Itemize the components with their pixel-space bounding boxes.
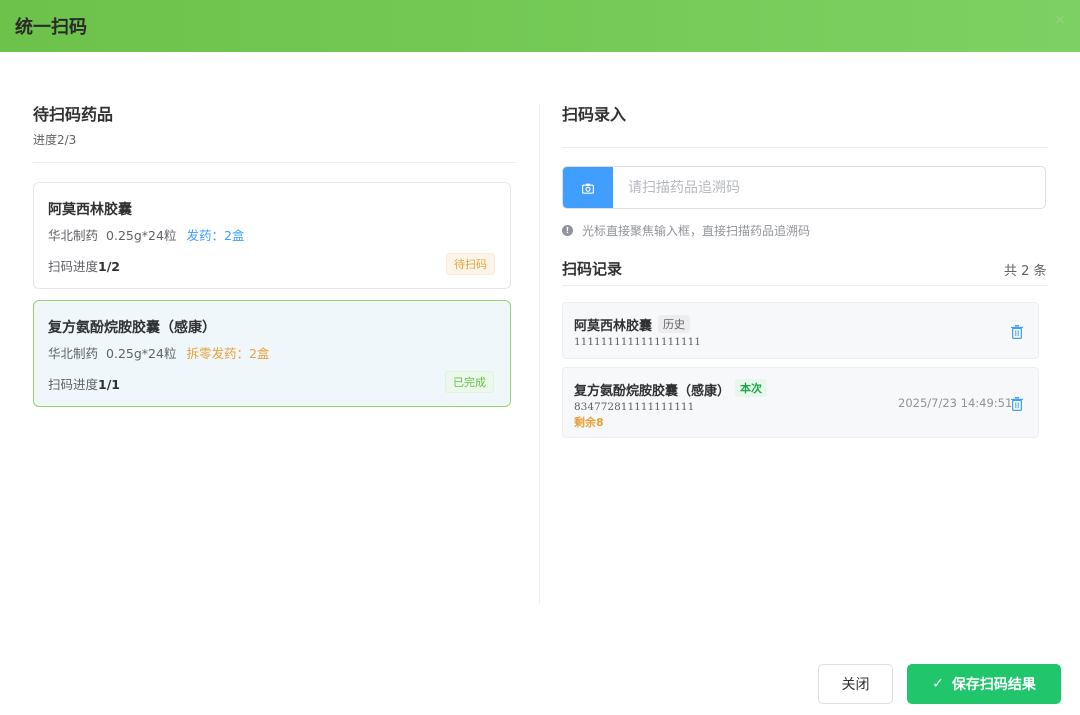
drug-dispense: 拆零发药：2盒: [186, 346, 270, 361]
drug-spec: 0.25g*24粒: [106, 346, 177, 361]
drug-name: 阿莫西林胶囊: [48, 202, 132, 218]
record-drug-name: 复方氨酚烷胺胶囊（感康）: [574, 384, 731, 399]
status-badge: 已完成: [445, 371, 494, 393]
scan-record: 复方氨酚烷胺胶囊（感康） 本次 834772811111111111 剩余8 2…: [562, 367, 1039, 438]
record-tag: 历史: [658, 315, 690, 333]
scan-progress-label: 扫码进度: [48, 259, 99, 274]
overall-progress: 进度2/3: [33, 133, 77, 147]
drug-scan-progress: 扫码进度1/1: [48, 374, 120, 393]
trace-code-input[interactable]: [614, 167, 1045, 208]
scan-entry-title: 扫码录入: [562, 105, 627, 124]
drug-name: 复方氨酚烷胺胶囊（感康）: [48, 320, 216, 336]
close-button[interactable]: 关闭: [818, 664, 893, 704]
status-badge: 待扫码: [446, 253, 495, 275]
pending-drugs-title: 待扫码药品: [33, 105, 114, 124]
drug-scan-progress: 扫码进度1/2: [48, 256, 120, 275]
scan-hint: ! 光标直接聚焦输入框，直接扫描药品追溯码: [562, 222, 810, 239]
trash-icon[interactable]: [1011, 324, 1023, 340]
scan-records-title: 扫码记录: [562, 260, 623, 278]
info-icon: !: [562, 225, 573, 236]
divider: [562, 285, 1048, 286]
drug-dispense: 发药：2盒: [186, 228, 245, 243]
close-icon[interactable]: ×: [1054, 12, 1066, 28]
scan-progress-value: 1/1: [98, 377, 120, 392]
record-drug-name: 阿莫西林胶囊: [574, 319, 653, 334]
camera-icon: [582, 179, 595, 198]
dialog-header: 统一扫码 ×: [0, 0, 1080, 52]
divider: [33, 162, 517, 163]
record-timestamp: 2025/7/23 14:49:51: [898, 396, 1013, 410]
drug-maker: 华北制药: [48, 228, 99, 243]
scan-progress-value: 1/2: [98, 259, 120, 274]
divider: [562, 147, 1048, 148]
drug-maker: 华北制药: [48, 346, 99, 361]
drug-card[interactable]: 复方氨酚烷胺胶囊（感康） 华北制药 0.25g*24粒 拆零发药：2盒 扫码进度1/…: [33, 300, 511, 407]
hint-text: 光标直接聚焦输入框，直接扫描药品追溯码: [582, 224, 811, 238]
save-scan-result-button[interactable]: ✓ 保存扫码结果: [907, 664, 1061, 704]
dialog-title: 统一扫码: [15, 17, 87, 38]
scan-progress-label: 扫码进度: [48, 377, 99, 392]
check-icon: ✓: [932, 676, 944, 692]
record-tag: 本次: [735, 379, 767, 397]
record-trace-code: 1111111111111111111: [574, 336, 701, 348]
scan-input-group: [562, 166, 1046, 209]
save-label: 保存扫码结果: [951, 677, 1036, 693]
drug-meta: 华北制药 0.25g*24粒 发药：2盒: [48, 225, 244, 244]
drug-spec: 0.25g*24粒: [106, 228, 177, 243]
records-count: 共 2 条: [1004, 264, 1047, 279]
trash-icon[interactable]: [1011, 396, 1023, 412]
scan-record: 阿莫西林胶囊 历史 1111111111111111111: [562, 302, 1039, 359]
drug-meta: 华北制药 0.25g*24粒 拆零发药：2盒: [48, 343, 269, 362]
scan-button[interactable]: [563, 167, 613, 208]
record-remaining: 剩余8: [574, 416, 604, 429]
vertical-divider: [539, 104, 540, 604]
record-trace-code: 834772811111111111: [574, 401, 695, 413]
drug-card[interactable]: 阿莫西林胶囊 华北制药 0.25g*24粒 发药：2盒 扫码进度1/2 待扫码: [33, 182, 511, 289]
